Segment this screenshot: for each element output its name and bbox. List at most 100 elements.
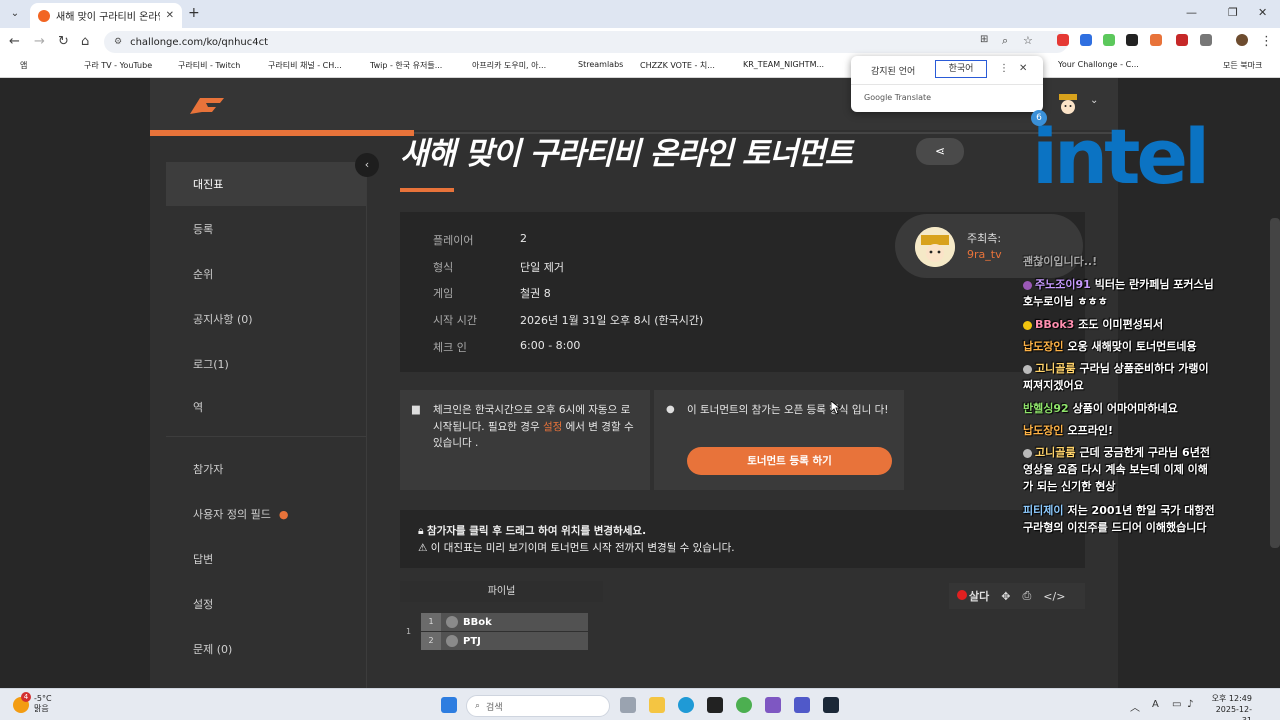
windows-start-icon[interactable] [441, 697, 457, 713]
site-info-icon[interactable]: ⚙ [114, 37, 122, 47]
network-icon[interactable]: ▭ [1172, 699, 1181, 710]
teams-icon[interactable] [794, 697, 810, 713]
korean-language-option[interactable]: 한국어 [935, 60, 987, 78]
info-label: 게임 [433, 287, 454, 300]
bookmark-item[interactable]: Twip - 한국 유저들... [358, 60, 442, 71]
bookmark-item[interactable]: CHZZK VOTE - 치... [628, 60, 715, 71]
apps-grid-icon [8, 61, 17, 70]
tab-search-icon[interactable]: ⌄ [6, 5, 24, 23]
sidebar-item-registration[interactable]: 등록 [166, 207, 366, 251]
all-bookmarks[interactable]: 모든 북마크 [1211, 60, 1262, 71]
minimize-icon[interactable]: — [1186, 6, 1197, 19]
bookmark-item[interactable]: 구라 TV - YouTube [72, 60, 152, 71]
steam-icon[interactable] [823, 697, 839, 713]
sidebar-item-participants[interactable]: 참가자 [166, 447, 366, 491]
host-link[interactable]: 9ra_tv [967, 248, 1002, 261]
sidebar-item-bracket[interactable]: 대진표 [166, 162, 366, 206]
home-icon[interactable]: ⌂ [81, 34, 89, 49]
challonge-logo-icon[interactable] [186, 94, 226, 118]
detected-language-option[interactable]: 감지된 언어 [871, 64, 915, 77]
translate-close-icon[interactable]: ✕ [1019, 63, 1027, 74]
extension-icon[interactable] [1176, 34, 1188, 46]
register-tournament-button[interactable]: 토너먼트 등록 하기 [687, 447, 892, 475]
tab-close-icon[interactable]: ✕ [166, 10, 174, 21]
translate-icon[interactable]: ⊞ [980, 34, 988, 45]
print-icon[interactable]: ⎙ [1022, 589, 1031, 603]
file-explorer-icon[interactable] [649, 697, 665, 713]
chzzk-vote-icon [628, 61, 637, 70]
sidebar-item-custom-fields[interactable]: 사용자 정의 필드 ● [166, 492, 366, 536]
zoom-icon[interactable]: ⌕ [1002, 34, 1008, 48]
live-toggle[interactable]: 살다 [957, 588, 989, 604]
screen: ⌄ 새해 맞이 구라티비 온라인 토너먼트 ✕ + — ❐ ✕ ← → ↻ ⌂ … [0, 0, 1280, 720]
restore-icon[interactable]: ❐ [1228, 6, 1238, 19]
final-match[interactable]: 1 BBok 2 PTJ [421, 613, 588, 651]
extensions-puzzle-icon[interactable] [1200, 34, 1212, 46]
match-slot[interactable]: 2 PTJ [421, 632, 588, 650]
task-view-icon[interactable] [620, 697, 636, 713]
chat-message: 주노조이91 빅터는 란카페님 포커스님 호누로이님 ㅎㅎㅎ [1023, 278, 1214, 308]
page-scrollbar[interactable] [1270, 218, 1280, 548]
tab-title: 새해 맞이 구라티비 온라인 토너먼트 [56, 12, 160, 23]
bookmark-item[interactable]: 구라티비 - Twitch [166, 60, 240, 71]
sidebar-item-issues[interactable]: 문제 (0) [166, 627, 366, 671]
bookmark-item[interactable]: Your Challonge - C... [1046, 60, 1139, 69]
weather-text[interactable]: -5°C 맑음 [34, 694, 52, 714]
browser-tab[interactable]: 새해 맞이 구라티비 온라인 토너먼트 ✕ [30, 3, 182, 28]
profile-avatar[interactable] [1236, 34, 1248, 46]
bookmark-item[interactable]: 아프리카 도우미, 아... [460, 60, 546, 71]
tray-chevron-icon[interactable]: ︿ [1130, 699, 1140, 714]
sidebar-item-standings[interactable]: 순위 [166, 252, 366, 296]
close-window-icon[interactable]: ✕ [1258, 6, 1267, 19]
extension-icon[interactable] [1126, 34, 1138, 46]
header-accent-bar [150, 130, 414, 136]
preview-notice: 이 대진표는 미리 보기이며 토너먼트 시작 전까지 변경될 수 있습니다. [430, 542, 735, 554]
sidebar-item-answers[interactable]: 답변 [166, 537, 366, 581]
chrome-icon[interactable] [736, 697, 752, 713]
embed-code-icon[interactable]: </> [1043, 590, 1065, 603]
volume-icon[interactable]: ♪ [1187, 699, 1193, 710]
player-name: BBok [463, 616, 492, 628]
extension-icon[interactable] [1080, 34, 1092, 46]
sidebar-item-log[interactable]: 로그(1) [166, 342, 366, 386]
twip-icon [358, 61, 367, 70]
back-icon[interactable]: ← [9, 34, 20, 49]
share-button[interactable]: ⋖ [916, 138, 964, 165]
extension-icon[interactable] [1150, 34, 1162, 46]
sidebar-item-stations[interactable]: 역 [166, 385, 366, 429]
bookmark-star-icon[interactable]: ☆ [1023, 34, 1033, 47]
address-bar[interactable]: ⚙ challonge.com/ko/qnhuc4ct [104, 31, 1068, 53]
settings-link[interactable]: 설정 [543, 421, 562, 433]
forward-icon[interactable]: → [34, 34, 45, 49]
chrome-menu-icon[interactable]: ⋮ [1260, 34, 1273, 49]
system-clock[interactable]: 오후 12:492025-12-31 [1208, 693, 1252, 720]
page-title: 새해 맞이 구라티비 온라인 토너먼트 [400, 136, 853, 172]
sidebar-item-announcements[interactable]: 공지사항 (0) [166, 297, 366, 341]
chat-badge-icon [1023, 448, 1032, 458]
translate-more-icon[interactable]: ⋮ [999, 63, 1009, 74]
player-avatar-icon [446, 635, 458, 647]
new-tab-button[interactable]: + [188, 5, 200, 21]
bookmark-apps[interactable]: 앱 [8, 60, 27, 71]
bookmark-item[interactable]: Streamlabs [566, 60, 623, 69]
user-menu-chevron-icon[interactable]: ⌄ [1090, 95, 1098, 106]
extension-icon[interactable] [1057, 34, 1069, 46]
taskbar-search[interactable]: ⌕ 검색 [466, 695, 610, 717]
move-icon[interactable]: ✥ [1001, 590, 1010, 603]
extension-icon[interactable] [1103, 34, 1115, 46]
chat-message: 납도장인 오프라인! [1023, 424, 1113, 437]
bookmark-item[interactable]: KR_TEAM_NIGHTM... [731, 60, 824, 69]
ime-indicator[interactable]: A [1152, 699, 1159, 710]
match-slot[interactable]: 1 BBok [421, 613, 588, 631]
reload-icon[interactable]: ↻ [58, 34, 69, 49]
info-label: 형식 [433, 261, 454, 274]
sidebar-collapse-chevron-icon[interactable]: ‹ [355, 153, 379, 177]
sidebar-item-settings[interactable]: 설정 [166, 582, 366, 626]
open-registration-notice: ● 이 토너먼트의 참가는 오픈 등록 형식 입니 다! 토너먼트 등록 하기 [654, 390, 904, 490]
host-avatar-face-icon [915, 227, 955, 267]
app-icon[interactable] [707, 697, 723, 713]
edge-icon[interactable] [678, 697, 694, 713]
bookmark-item[interactable]: 구라티비 채널 - CH... [256, 60, 342, 71]
challonge-favicon-icon [38, 9, 50, 22]
app-icon[interactable] [765, 697, 781, 713]
